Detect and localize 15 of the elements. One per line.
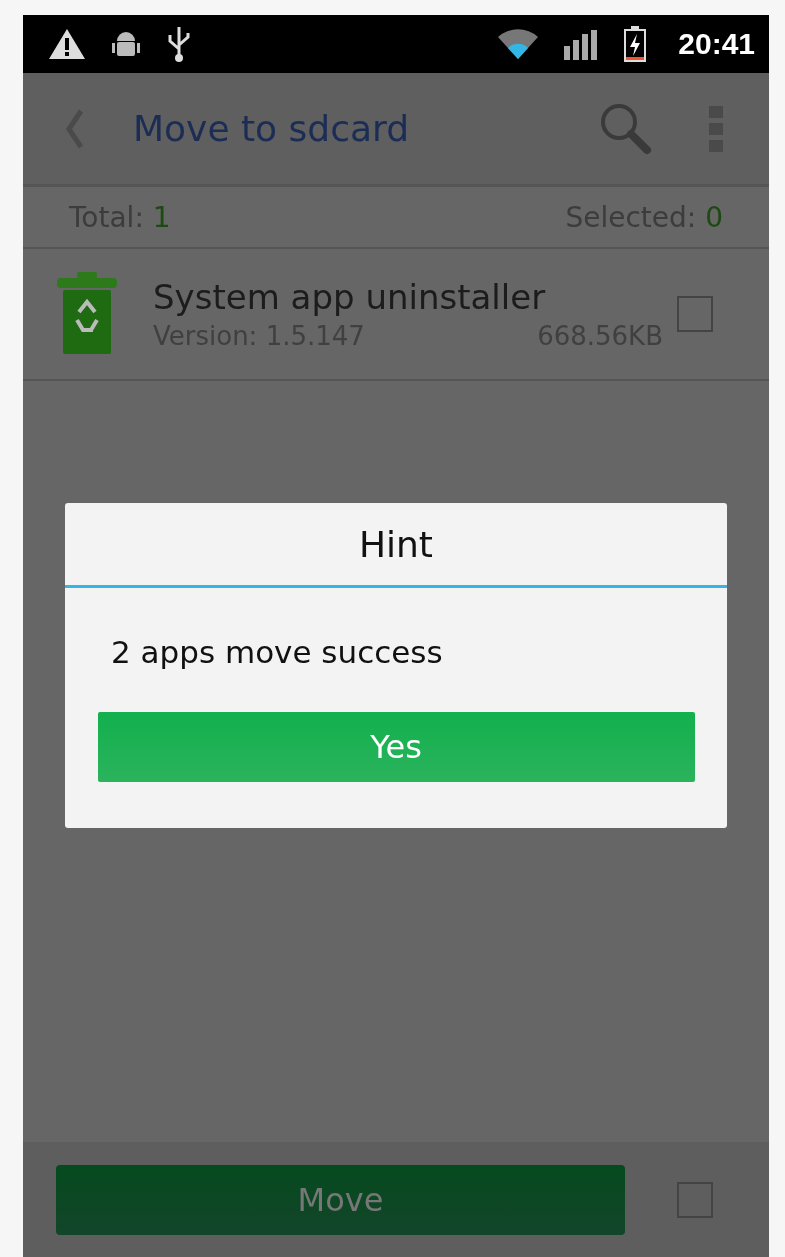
select-all-checkbox[interactable] xyxy=(677,1181,713,1218)
warning-icon xyxy=(47,27,87,61)
battery-icon xyxy=(622,25,649,63)
app-name: System app uninstaller xyxy=(153,277,547,317)
screen-title: Move to sdcard xyxy=(133,108,410,149)
search-icon xyxy=(599,101,653,156)
dialog-message: 2 apps move success xyxy=(111,634,443,670)
checkbox[interactable] xyxy=(677,296,713,332)
clock-time: 20:41 xyxy=(678,27,755,61)
search-button[interactable] xyxy=(599,101,653,156)
yes-button[interactable]: Yes xyxy=(97,712,695,782)
wifi-icon xyxy=(496,27,541,61)
trash-can-icon xyxy=(55,272,119,356)
move-button[interactable]: Move xyxy=(56,1164,625,1235)
dialog-title: Hint xyxy=(65,503,727,588)
